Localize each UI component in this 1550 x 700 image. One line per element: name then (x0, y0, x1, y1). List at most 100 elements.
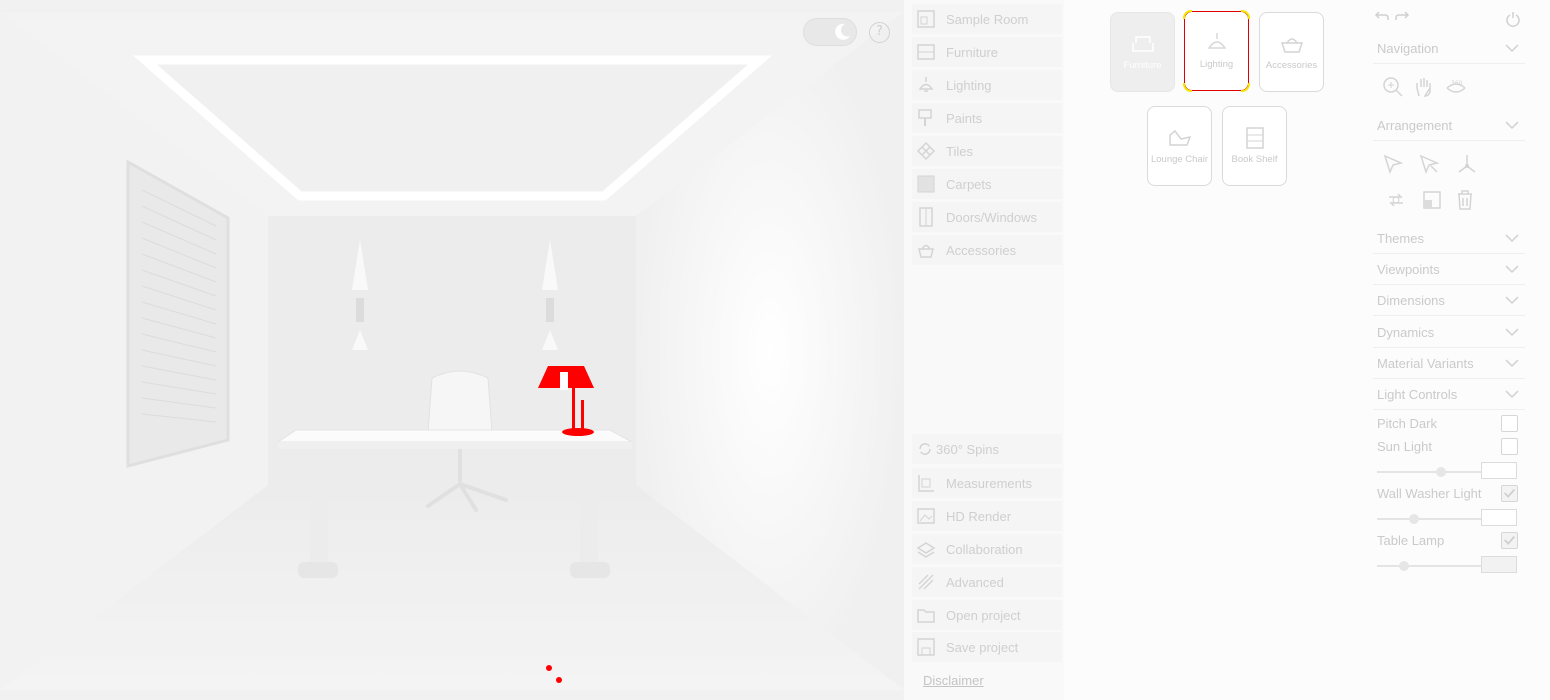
sample-room-icon (917, 10, 935, 28)
chevron-down-icon (1505, 328, 1519, 337)
menu-item-advanced[interactable]: Advanced (912, 567, 1062, 597)
chevron-down-icon (1505, 121, 1519, 130)
pendant-lamp-icon (1207, 32, 1226, 49)
chevron-down-icon (1505, 390, 1519, 399)
checkmark-icon (1504, 488, 1516, 498)
delete-icon[interactable] (1454, 189, 1476, 211)
section-arrangement[interactable]: Arrangement (1373, 111, 1525, 141)
moon-icon (835, 23, 850, 40)
menu-label: Collaboration (946, 541, 1023, 557)
table-lamp-color-swatch[interactable] (1481, 556, 1517, 573)
section-navigation[interactable]: Navigation (1373, 34, 1525, 64)
table-lamp-checkbox[interactable] (1501, 532, 1518, 549)
sofa-icon (1131, 35, 1154, 52)
selection-corner (1241, 10, 1250, 19)
catalog-panel: Furniture Lighting Accessories Lounge Ch… (1064, 0, 1370, 700)
menu-item-sample-room[interactable]: Sample Room (912, 4, 1062, 34)
save-project-icon (917, 638, 935, 656)
section-title: Dimensions (1377, 293, 1445, 308)
sun-light-checkbox[interactable] (1501, 438, 1518, 455)
sun-light-color-swatch[interactable] (1481, 462, 1517, 479)
menu-item-measurements[interactable]: Measurements (912, 468, 1062, 498)
tile-accessories[interactable]: Accessories (1259, 12, 1324, 92)
wall-washer-color-swatch[interactable] (1481, 509, 1517, 526)
menu-item-save-project[interactable]: Save project (912, 632, 1062, 662)
menu-item-360-spins[interactable]: 360° Spins (912, 434, 1062, 464)
section-title: Navigation (1377, 41, 1439, 56)
select-icon[interactable] (1382, 153, 1404, 175)
chevron-down-icon (1505, 44, 1519, 53)
redo-icon[interactable] (1394, 8, 1410, 24)
tile-label: Accessories (1265, 59, 1318, 71)
selection-corner (1241, 83, 1250, 92)
spin-icon (919, 443, 931, 455)
menu-label: Doors/Windows (946, 209, 1038, 225)
tile-furniture[interactable]: Furniture (1110, 12, 1175, 92)
menu-label: Measurements (946, 475, 1032, 491)
light-label-sun-light: Sun Light (1377, 439, 1432, 454)
checkmark-icon (1504, 535, 1516, 545)
section-light-controls[interactable]: Light Controls (1373, 380, 1525, 410)
pitch-dark-checkbox[interactable] (1501, 415, 1518, 432)
chevron-down-icon (1505, 234, 1519, 243)
light-label-table-lamp: Table Lamp (1377, 533, 1445, 548)
lounge-chair-icon (1168, 129, 1191, 146)
move-axis-icon[interactable] (1456, 153, 1478, 175)
slider-thumb[interactable] (1398, 561, 1409, 571)
slider-thumb[interactable] (1436, 467, 1447, 477)
disclaimer-link[interactable]: Disclaimer (923, 673, 984, 688)
tile-book-shelf[interactable]: Book Shelf (1222, 106, 1287, 186)
rotate-360-icon[interactable]: 360 (1445, 76, 1467, 98)
menu-item-paints[interactable]: Paints (912, 103, 1062, 133)
sun-light-slider[interactable] (1377, 467, 1485, 477)
wall-washer-slider[interactable] (1377, 514, 1485, 524)
day-night-toggle[interactable] (803, 18, 857, 46)
chevron-down-icon (1505, 296, 1519, 305)
undo-icon[interactable] (1374, 8, 1390, 24)
reset-icon[interactable] (1505, 11, 1521, 29)
open-project-icon (917, 609, 935, 623)
menu-item-doors-windows[interactable]: Doors/Windows (912, 202, 1062, 232)
help-button[interactable]: ? (869, 22, 890, 43)
menu-item-lighting[interactable]: Lighting (912, 70, 1062, 100)
advanced-icon (918, 574, 934, 590)
pan-hand-icon[interactable] (1413, 76, 1435, 98)
doors-windows-icon (919, 207, 933, 227)
swap-icon[interactable] (1385, 189, 1407, 211)
menu-label: Carpets (946, 176, 992, 192)
selection-corner (1183, 83, 1192, 92)
section-themes[interactable]: Themes (1373, 224, 1525, 254)
wall-washer-checkbox[interactable] (1501, 485, 1518, 502)
basket-icon (1280, 37, 1303, 53)
chevron-down-icon (1505, 359, 1519, 368)
tile-label: Lounge Chair (1150, 153, 1209, 165)
slider-thumb[interactable] (1409, 514, 1420, 524)
menu-item-carpets[interactable]: Carpets (912, 169, 1062, 199)
table-lamp-slider[interactable] (1377, 561, 1485, 571)
menu-item-tiles[interactable]: Tiles (912, 136, 1062, 166)
menu-item-furniture[interactable]: Furniture (912, 37, 1062, 67)
menu-item-open-project[interactable]: Open project (912, 600, 1062, 630)
menu-item-collaboration[interactable]: Collaboration (912, 534, 1062, 564)
section-title: Light Controls (1377, 387, 1458, 402)
section-title: Dynamics (1377, 325, 1435, 340)
hd-render-icon (917, 508, 935, 524)
menu-item-hd-render[interactable]: HD Render (912, 501, 1062, 531)
selection-corner (1183, 10, 1192, 19)
scale-icon[interactable] (1421, 189, 1443, 211)
section-viewpoints[interactable]: Viewpoints (1373, 255, 1525, 285)
multi-select-icon[interactable] (1418, 153, 1440, 175)
furniture-icon (917, 44, 935, 60)
tile-lounge-chair[interactable]: Lounge Chair (1147, 106, 1212, 186)
section-title: Themes (1377, 231, 1424, 246)
section-dynamics[interactable]: Dynamics (1373, 318, 1525, 348)
chevron-down-icon (1505, 265, 1519, 274)
section-material-variants[interactable]: Material Variants (1373, 349, 1525, 379)
controls-panel: Navigation 360 Arrangement Themes Viewpo… (1370, 0, 1550, 700)
collaboration-icon (916, 542, 936, 558)
tile-lighting[interactable]: Lighting (1183, 10, 1250, 92)
zoom-icon[interactable] (1382, 76, 1404, 98)
menu-item-accessories[interactable]: Accessories (912, 235, 1062, 265)
room-3d-viewport[interactable]: ? (0, 0, 904, 700)
section-dimensions[interactable]: Dimensions (1373, 286, 1525, 316)
